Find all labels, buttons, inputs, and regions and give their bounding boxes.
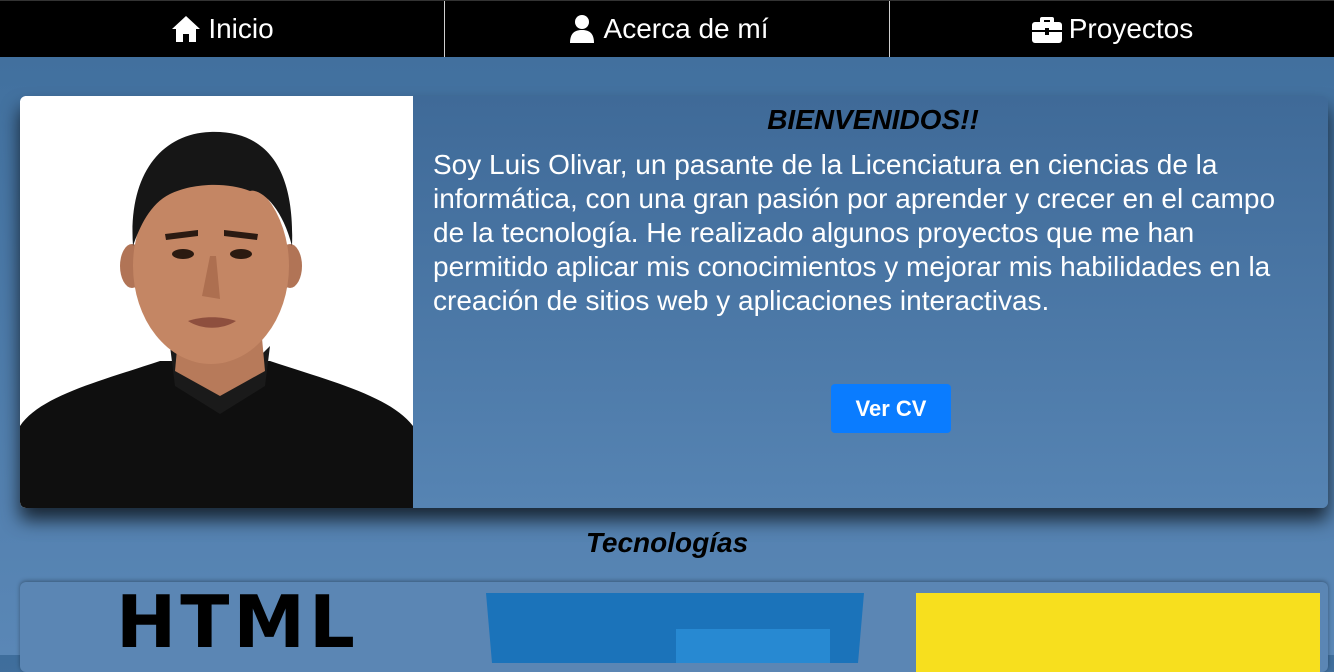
nav-item-label: Proyectos — [1068, 13, 1194, 44]
welcome-heading: BIENVENIDOS!! — [767, 104, 979, 135]
nav-item-label: Acerca de mí — [603, 13, 769, 44]
nav-item-label: Inicio — [208, 13, 274, 44]
nav-item-inicio[interactable]: Inicio — [0, 1, 445, 57]
nav-item-proyectos[interactable]: Proyectos — [890, 1, 1334, 57]
briefcase-icon — [1031, 14, 1063, 44]
profile-photo — [20, 96, 413, 508]
top-nav: Inicio Acerca de mí Proyectos — [0, 0, 1334, 57]
hero-card: BIENVENIDOS!! Soy Luis Olivar, un pasant… — [20, 96, 1328, 508]
html-logo: HTML — [116, 582, 359, 664]
view-cv-button[interactable]: Ver CV — [831, 384, 951, 433]
technologies-heading: Tecnologías — [585, 527, 749, 558]
home-icon — [170, 14, 202, 44]
bio-text: Soy Luis Olivar, un pasante de la Licenc… — [433, 149, 1276, 316]
profile-portrait-image — [20, 96, 413, 508]
javascript-logo-icon — [916, 593, 1320, 672]
nav-item-acerca[interactable]: Acerca de mí — [445, 1, 890, 57]
technologies-strip: HTML — [20, 582, 1328, 672]
hero-content: BIENVENIDOS!! Soy Luis Olivar, un pasant… — [433, 96, 1313, 508]
css-logo-icon — [486, 593, 864, 663]
user-icon — [566, 14, 598, 44]
